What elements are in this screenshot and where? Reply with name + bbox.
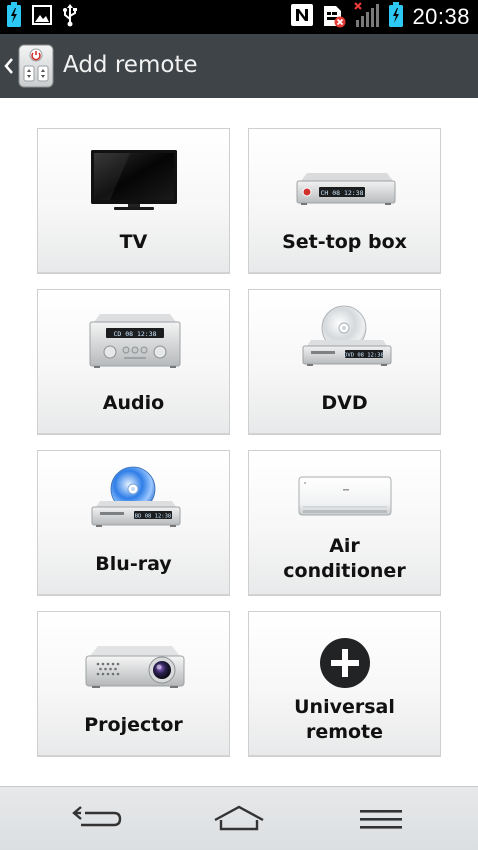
- tile-label-line2: conditioner: [283, 560, 406, 582]
- set-top-box-icon: CH 08 12:38: [249, 143, 440, 213]
- action-bar: Add remote: [0, 34, 478, 98]
- tile-blu-ray[interactable]: BD 08 12:38 Blu-ray: [37, 450, 230, 596]
- dvd-icon: DVD 08 12:38: [249, 304, 440, 374]
- device-type-grid: TV CH 08 12:38 Set-top box CD 08 12:38 A…: [0, 98, 478, 786]
- tile-label: Air conditioner: [249, 534, 440, 584]
- tile-universal-remote[interactable]: Universal remote: [248, 611, 441, 757]
- tile-label-line1: Universal: [294, 696, 395, 718]
- tile-label-line2: remote: [305, 721, 384, 743]
- tile-dvd[interactable]: DVD 08 12:38 DVD: [248, 289, 441, 435]
- blu-ray-icon: BD 08 12:38: [38, 465, 229, 535]
- projector-icon: [38, 626, 229, 696]
- status-bar-right-icons: 20:38: [290, 1, 470, 33]
- signal-off-icon: [354, 1, 380, 33]
- battery-charging-icon: [6, 1, 22, 33]
- tile-air-conditioner[interactable]: Air conditioner: [248, 450, 441, 596]
- chevron-left-icon[interactable]: [3, 54, 15, 78]
- status-time: 20:38: [412, 4, 470, 29]
- page-title: Add remote: [63, 52, 198, 78]
- home-icon[interactable]: [209, 801, 269, 837]
- tile-tv[interactable]: TV: [37, 128, 230, 274]
- tile-label: TV: [119, 231, 148, 253]
- sim-error-icon: [322, 2, 346, 33]
- battery-charging-icon: [388, 1, 404, 33]
- tile-label: Audio: [102, 392, 165, 414]
- air-conditioner-icon: [249, 465, 440, 535]
- set-top-box-display: CH 08 12:38: [320, 189, 363, 197]
- audio-icon: CD 08 12:38: [38, 304, 229, 374]
- remote-app-icon[interactable]: [17, 44, 55, 88]
- status-bar: 20:38: [0, 0, 478, 34]
- tile-label: Projector: [84, 714, 183, 736]
- usb-icon: [62, 3, 78, 32]
- tile-projector[interactable]: Projector: [37, 611, 230, 757]
- back-icon[interactable]: [67, 801, 127, 837]
- tile-label-line1: Air: [329, 535, 360, 557]
- tile-label: Blu-ray: [95, 553, 172, 575]
- audio-display: CD 08 12:38: [113, 330, 156, 338]
- tile-label: DVD: [321, 392, 368, 414]
- nfc-icon: [290, 3, 314, 32]
- navigation-bar: [0, 786, 478, 850]
- tile-set-top-box[interactable]: CH 08 12:38 Set-top box: [248, 128, 441, 274]
- status-bar-left-icons: [6, 1, 78, 33]
- tile-label: Set-top box: [282, 231, 407, 253]
- tv-icon: [38, 143, 229, 213]
- tile-audio[interactable]: CD 08 12:38 Audio: [37, 289, 230, 435]
- dvd-display: DVD 08 12:38: [344, 353, 384, 359]
- blu-ray-display: BD 08 12:38: [135, 514, 171, 520]
- plus-icon: [249, 626, 440, 696]
- menu-icon[interactable]: [351, 801, 411, 837]
- image-icon: [32, 4, 52, 30]
- tile-label: Universal remote: [249, 695, 440, 745]
